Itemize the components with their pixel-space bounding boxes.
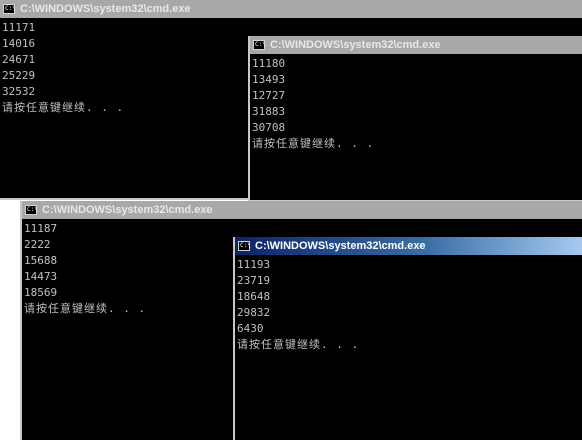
title-bar[interactable]: C:\ C:\WINDOWS\system32\cmd.exe <box>0 0 582 18</box>
output-line: 11193 <box>237 258 271 271</box>
title-bar[interactable]: C:\ C:\WINDOWS\system32\cmd.exe <box>250 36 582 54</box>
console-window-2[interactable]: C:\ C:\WINDOWS\system32\cmd.exe 11180 13… <box>248 36 582 202</box>
cmd-icon: C:\ <box>25 205 38 215</box>
output-line: 11180 <box>252 57 286 70</box>
title-bar[interactable]: C:\ C:\WINDOWS\system32\cmd.exe <box>235 237 582 255</box>
console-window-4-active[interactable]: C:\ C:\WINDOWS\system32\cmd.exe 11193 23… <box>233 237 582 440</box>
console-output: 11193 23719 18648 29832 6430 请按任意键继续. . … <box>235 255 582 353</box>
output-line: 11171 <box>2 21 36 34</box>
window-title: C:\WINDOWS\system32\cmd.exe <box>270 39 441 51</box>
window-title: C:\WINDOWS\system32\cmd.exe <box>42 204 213 216</box>
cmd-icon: C:\ <box>238 241 251 251</box>
output-line: 18648 <box>237 290 271 303</box>
output-line: 11187 <box>24 222 58 235</box>
cmd-icon: C:\ <box>253 40 266 50</box>
continue-prompt: 请按任意键继续. . . <box>237 338 360 351</box>
output-line: 12727 <box>252 89 286 102</box>
continue-prompt: 请按任意键继续. . . <box>252 137 375 150</box>
output-line: 29832 <box>237 306 271 319</box>
output-line: 30708 <box>252 121 286 134</box>
window-title: C:\WINDOWS\system32\cmd.exe <box>20 3 191 15</box>
output-line: 31883 <box>252 105 286 118</box>
output-line: 23719 <box>237 274 271 287</box>
window-title: C:\WINDOWS\system32\cmd.exe <box>255 240 426 252</box>
title-bar[interactable]: C:\ C:\WINDOWS\system32\cmd.exe <box>22 201 582 219</box>
cmd-icon: C:\ <box>3 4 16 14</box>
output-line: 13493 <box>252 73 286 86</box>
console-output: 11180 13493 12727 31883 30708 请按任意键继续. .… <box>250 54 582 152</box>
output-line: 6430 <box>237 322 264 335</box>
